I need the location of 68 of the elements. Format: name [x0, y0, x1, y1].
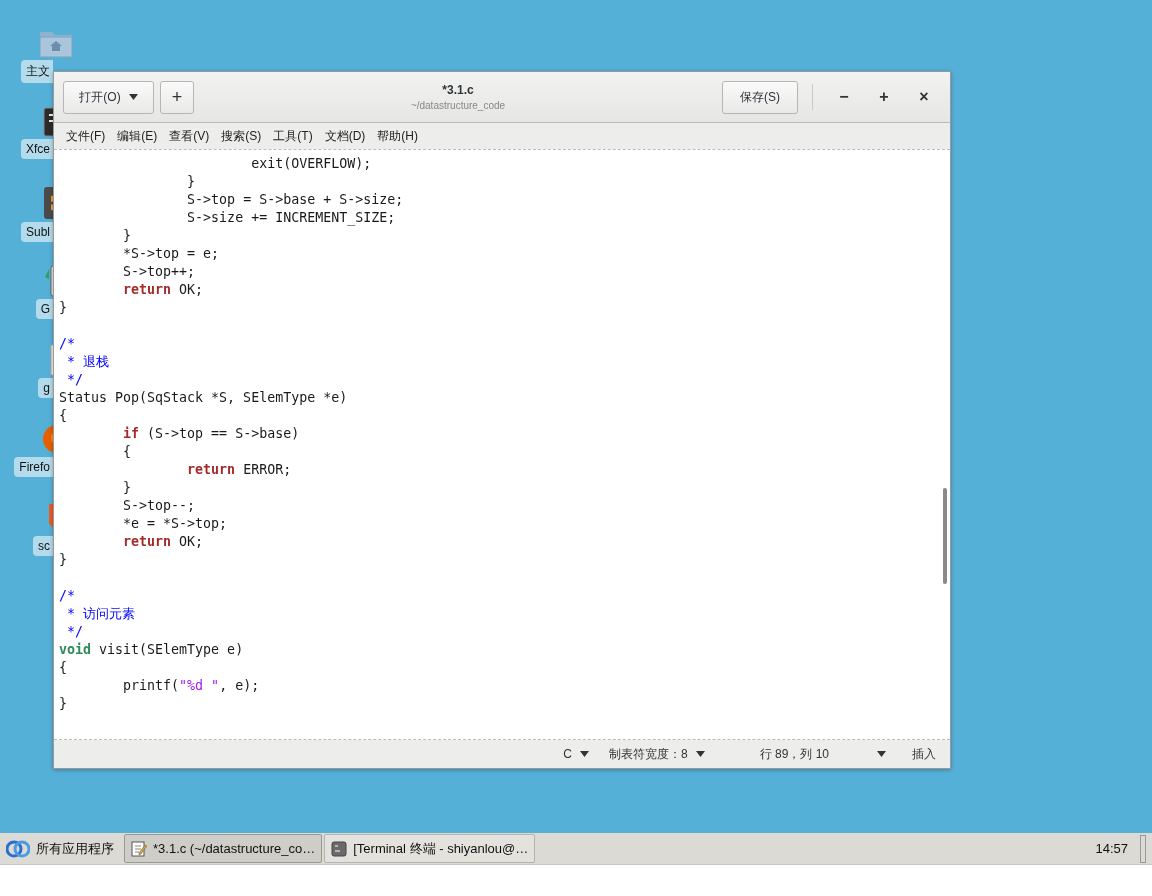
desktop-icon-label[interactable]: Firefo — [14, 457, 53, 477]
status-dropdown[interactable]: C — [563, 747, 589, 761]
desktop-icon-label[interactable]: sc — [33, 536, 53, 556]
new-tab-button[interactable]: + — [160, 80, 194, 114]
code-line: exit(OVERFLOW); — [250, 155, 372, 173]
desktop-icon-label[interactable]: Subl — [20, 222, 53, 242]
code-line: printf("%d ", e); — [122, 677, 260, 695]
caret-icon — [695, 751, 705, 757]
code-line: /* — [59, 335, 75, 353]
code-line: /* — [59, 587, 75, 605]
menu-item[interactable]: 文档(D) — [318, 127, 372, 145]
code-line: if (S->top == S->base) — [122, 425, 300, 443]
close-button[interactable]: × — [907, 82, 941, 112]
caret-icon — [128, 94, 138, 100]
minimize-button[interactable]: − — [827, 82, 861, 112]
scrollbar-thumb[interactable] — [943, 488, 947, 584]
save-button[interactable]: 保存(S) — [722, 80, 798, 114]
code-line: Status Pop(SqStack *S, SElemType *e) — [59, 389, 348, 407]
code-line: { — [122, 443, 132, 461]
code-line: * 访问元素 — [66, 605, 136, 623]
menu-item[interactable]: 编辑(E) — [111, 127, 164, 145]
status-dropdown[interactable] — [877, 751, 886, 757]
code-line: } — [59, 695, 67, 713]
code-line: { — [59, 659, 67, 677]
logo-icon — [6, 839, 30, 858]
pencil-document-icon — [131, 840, 147, 857]
status-text: 插入 — [912, 745, 936, 763]
code-line: * 退栈 — [66, 353, 110, 371]
code-line: } — [186, 173, 196, 191]
code-line: } — [59, 551, 67, 569]
desktop-icon-label[interactable]: g — [38, 378, 53, 398]
taskbar-button[interactable]: *3.1.c (~/datastructure_co… — [124, 834, 323, 863]
terminal-icon — [331, 840, 348, 857]
code-line: */ — [66, 371, 84, 389]
menu-item[interactable]: 工具(T) — [267, 127, 319, 145]
desktop-icon-label[interactable]: G — [35, 299, 53, 319]
code-line: S->size += INCREMENT_SIZE; — [186, 209, 396, 227]
code-line: return OK; — [122, 533, 204, 551]
applications-menu-button[interactable]: 所有应用程序 — [4, 834, 122, 863]
caret-icon — [579, 751, 589, 757]
code-line: } — [59, 299, 67, 317]
desktop-icon-label[interactable]: 主文 — [21, 60, 53, 83]
code-line: { — [59, 407, 67, 425]
window-title: *3.1.c — [442, 83, 474, 97]
desktop-icon-label[interactable]: Xfce — [21, 139, 53, 159]
menu-item[interactable]: 文件(F) — [60, 127, 112, 145]
code-line: void visit(SElemType e) — [59, 641, 244, 659]
taskbar-button[interactable]: [Terminal 终端 - shiyanlou@… — [324, 834, 536, 863]
menu-item[interactable]: 搜索(S) — [215, 127, 268, 145]
window-subtitle: ~/datastructure_code — [410, 100, 506, 111]
code-line: return OK; — [122, 281, 204, 299]
open-button[interactable]: 打开(O) — [63, 80, 154, 114]
maximize-button[interactable]: + — [867, 82, 901, 112]
menu-item[interactable]: 帮助(H) — [371, 127, 424, 145]
code-line: *S->top = e; — [122, 245, 220, 263]
code-line: S->top = S->base + S->size; — [186, 191, 404, 209]
menu-item[interactable]: 查看(V) — [163, 127, 216, 145]
status-text: 行 89，列 10 — [759, 745, 829, 763]
code-line: S->top--; — [122, 497, 196, 515]
code-line: *e = *S->top; — [122, 515, 228, 533]
status-dropdown[interactable]: 制表符宽度：8 — [608, 745, 705, 763]
code-line: return ERROR; — [186, 461, 292, 479]
code-line: } — [122, 479, 132, 497]
code-line: S->top++; — [122, 263, 196, 281]
code-line: } — [122, 227, 132, 245]
clock: 14:57 — [1095, 841, 1128, 856]
caret-icon — [877, 751, 886, 757]
code-line: */ — [66, 623, 84, 641]
